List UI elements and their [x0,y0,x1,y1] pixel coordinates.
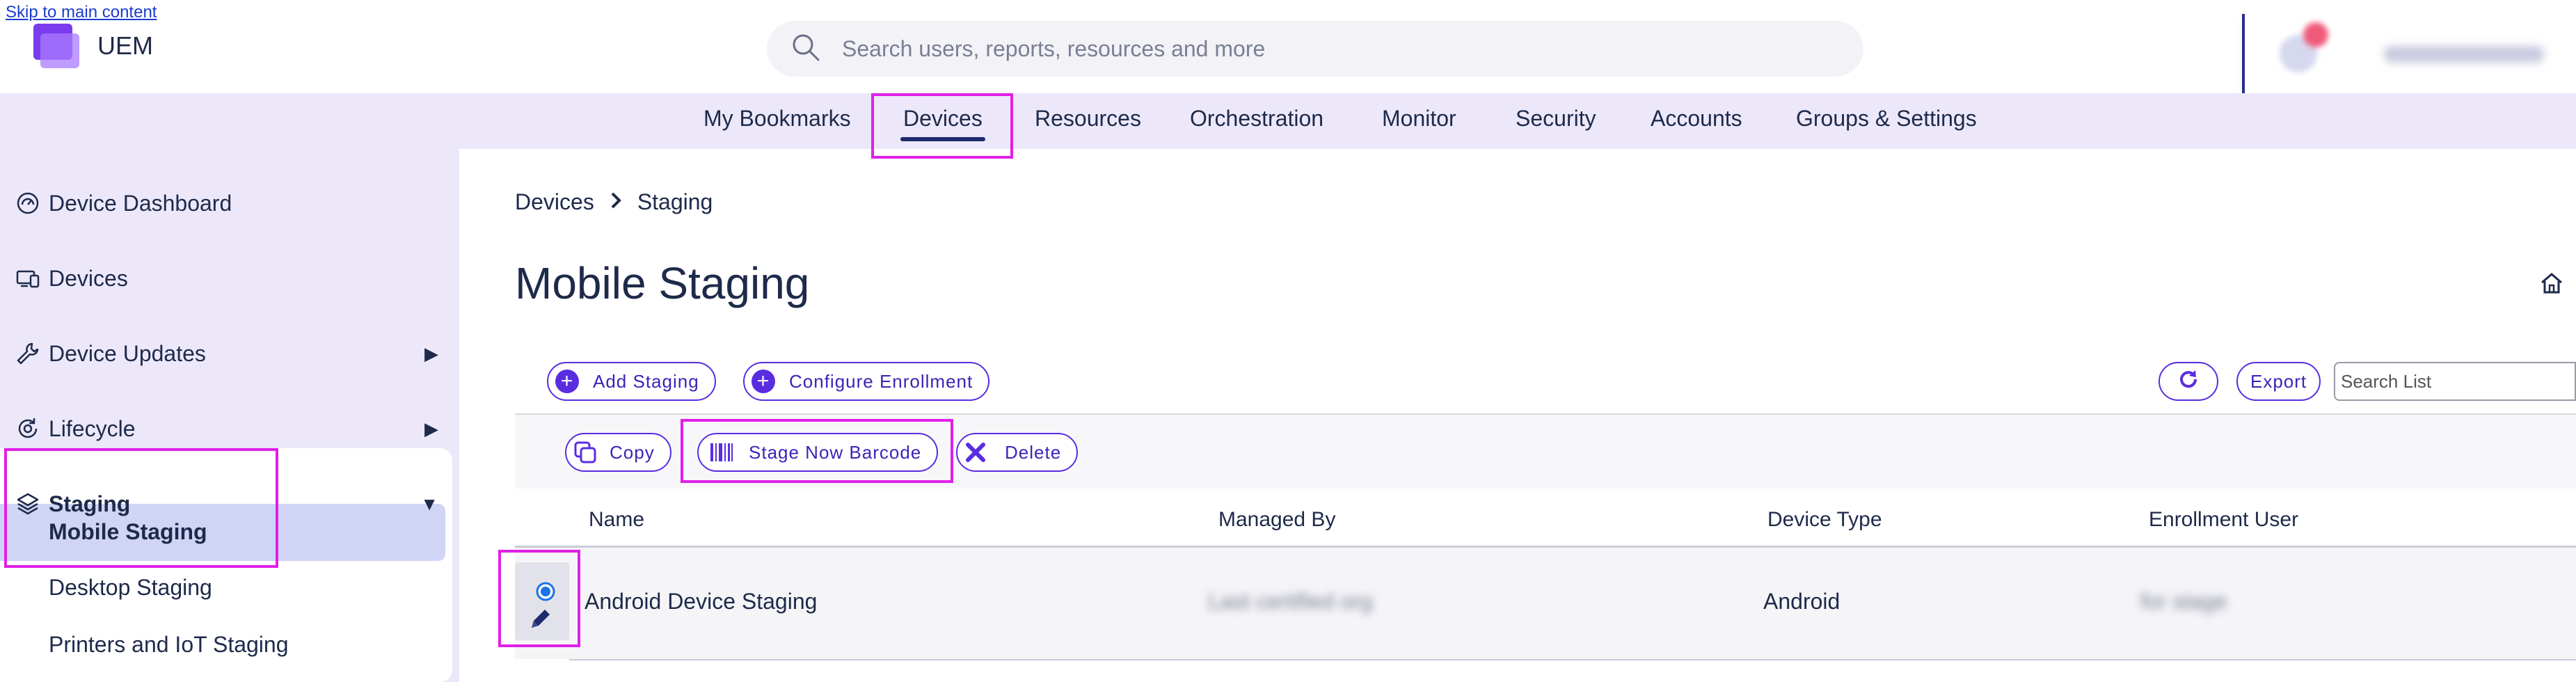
app-logo[interactable]: UEM [33,24,153,68]
global-search-input[interactable] [842,35,1816,62]
tab-resources[interactable]: Resources [1035,106,1141,132]
column-header-enrollment-user[interactable]: Enrollment User [2149,508,2298,532]
global-search[interactable] [767,21,1863,77]
user-name-redacted[interactable] [2384,46,2544,63]
row-device-type: Android [1763,589,1840,614]
breadcrumb-current: Staging [637,189,713,214]
notification-badge [2303,22,2328,47]
skip-to-main-link[interactable]: Skip to main content [6,3,157,22]
sidebar-item-devices[interactable]: Devices [0,251,459,306]
tab-groups-settings[interactable]: Groups & Settings [1796,106,1977,132]
tab-my-bookmarks[interactable]: My Bookmarks [703,106,851,132]
refresh-icon [2177,367,2200,396]
user-menu[interactable] [2242,14,2576,93]
sidebar-item-label: Lifecycle [49,415,136,441]
tab-accounts[interactable]: Accounts [1651,106,1742,132]
sidebar-subitem-mobile-staging[interactable]: Mobile Staging [49,519,207,545]
sidebar-item-device-updates[interactable]: Device Updates ▶ [0,326,459,381]
logo-icon [33,24,82,68]
edit-pencil-icon[interactable] [527,607,552,635]
caret-right-icon: ▶ [424,342,438,364]
caret-down-icon: ▼ [420,493,438,514]
app-name: UEM [97,31,153,60]
chevron-right-icon [610,189,622,215]
sidebar-item-label: Devices [49,265,128,291]
row-action-cell[interactable] [515,562,569,640]
wrench-icon [14,340,42,367]
barcode-icon [710,442,733,463]
breadcrumb: Devices Staging [515,189,713,215]
sidebar-subitem-desktop-staging[interactable]: Desktop Staging [49,575,212,601]
plus-icon: + [555,370,579,393]
sidebar-item-lifecycle[interactable]: Lifecycle ▶ [0,401,459,457]
copy-icon [573,441,597,464]
refresh-button[interactable] [2158,362,2218,401]
column-header-device-type[interactable]: Device Type [1767,508,1882,532]
page-title: Mobile Staging [515,258,810,308]
close-icon [964,441,987,463]
tab-security[interactable]: Security [1516,106,1596,132]
configure-enrollment-button[interactable]: + Configure Enrollment [743,362,990,401]
radio-select-icon[interactable] [536,582,555,605]
tab-devices[interactable]: Devices [900,106,985,141]
add-staging-label: Add Staging [593,370,699,392]
dashboard-icon [14,189,42,217]
sidebar-item-label: Device Updates [49,340,206,366]
column-header-managed-by[interactable]: Managed By [1218,508,1335,532]
stage-now-barcode-label: Stage Now Barcode [749,441,922,463]
sidebar: Device Dashboard Devices Device Updates … [0,149,459,682]
stage-now-barcode-button[interactable]: Stage Now Barcode [697,433,939,472]
configure-enrollment-label: Configure Enrollment [789,370,973,392]
lifecycle-icon [14,415,42,443]
copy-button[interactable]: Copy [565,433,671,472]
search-list-input[interactable] [2334,362,2576,401]
copy-label: Copy [610,441,655,463]
sidebar-item-label: Staging [49,491,131,516]
layers-icon [14,490,42,518]
devices-icon [14,264,42,292]
export-button[interactable]: Export [2236,362,2321,401]
top-navigation: My Bookmarks Devices Resources Orchestra… [0,93,2576,149]
export-label: Export [2250,370,2307,392]
delete-button[interactable]: Delete [956,433,1079,472]
plus-icon: + [752,370,775,393]
sidebar-item-label: Device Dashboard [49,190,232,216]
row-divider [569,659,2576,660]
breadcrumb-devices[interactable]: Devices [515,189,594,215]
column-header-name[interactable]: Name [589,508,644,532]
table-row[interactable] [515,548,2576,659]
sidebar-item-device-dashboard[interactable]: Device Dashboard [0,175,459,231]
home-icon[interactable] [2540,271,2563,299]
search-icon [790,32,821,66]
add-staging-button[interactable]: + Add Staging [547,362,716,401]
row-name[interactable]: Android Device Staging [585,589,817,614]
row-enrollment-user-redacted: for stage [2140,589,2227,614]
delete-label: Delete [1005,441,1062,463]
sidebar-subitem-printers-iot-staging[interactable]: Printers and IoT Staging [49,632,289,658]
tab-monitor[interactable]: Monitor [1382,106,1456,132]
caret-right-icon: ▶ [424,418,438,439]
row-managed-by-redacted: Last certified org [1208,589,1373,614]
tab-orchestration[interactable]: Orchestration [1190,106,1323,132]
